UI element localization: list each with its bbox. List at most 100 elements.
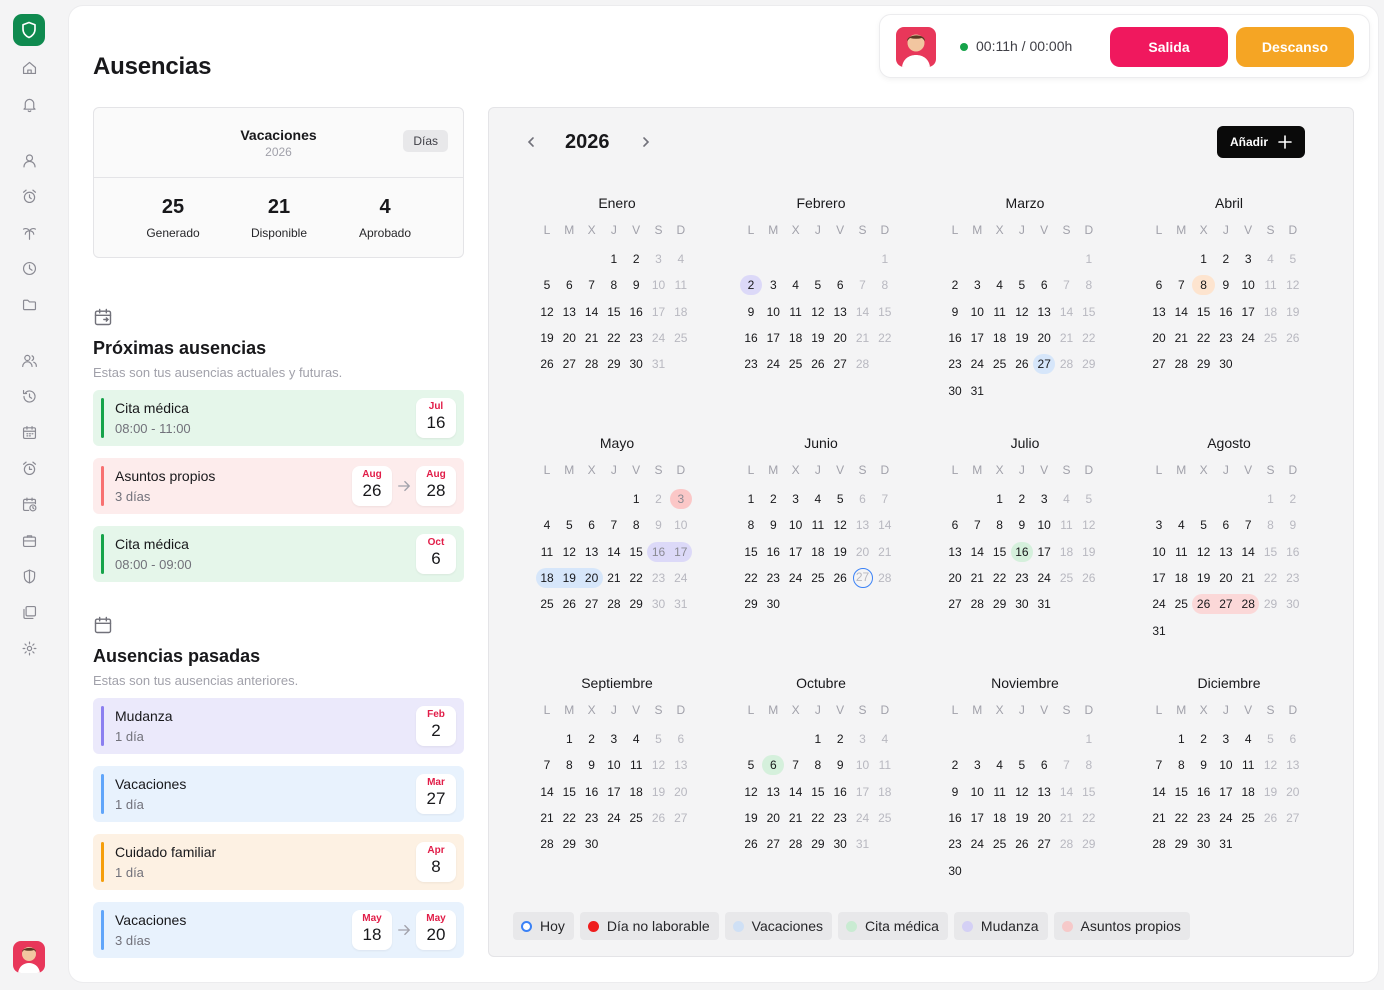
calendar-day[interactable]: 13	[945, 542, 965, 562]
user-avatar[interactable]	[13, 941, 45, 973]
calendar-day[interactable]: 21	[786, 808, 806, 828]
calendar-day[interactable]: 30	[649, 594, 669, 614]
calendar-day[interactable]: 26	[1283, 328, 1303, 348]
calendar-day[interactable]: 25	[1238, 808, 1258, 828]
calendar-day[interactable]: 4	[1057, 489, 1077, 509]
calendar-day[interactable]: 24	[853, 808, 873, 828]
calendar-day[interactable]: 18	[1057, 542, 1077, 562]
calendar-day[interactable]: 25	[1171, 594, 1191, 614]
calendar-day[interactable]: 5	[1079, 489, 1099, 509]
calendar-day[interactable]: 11	[990, 782, 1010, 802]
bell-icon[interactable]	[19, 94, 39, 114]
calendar-day[interactable]: 24	[763, 354, 783, 374]
calendar-day[interactable]: 29	[990, 594, 1010, 614]
calendar-day[interactable]: 20	[830, 328, 850, 348]
calendar-clock-icon[interactable]	[19, 494, 39, 514]
calendar-day[interactable]: 19	[558, 567, 581, 588]
calendar-day[interactable]: 12	[1012, 782, 1032, 802]
calendar-day[interactable]: 4	[990, 275, 1010, 295]
calendar-day[interactable]: 5	[1194, 515, 1214, 535]
calendar-day[interactable]: 17	[967, 328, 987, 348]
calendar-day[interactable]: 27	[945, 594, 965, 614]
calendar-day[interactable]: 27	[671, 808, 691, 828]
calendar-day[interactable]: 5	[559, 515, 579, 535]
calendar-day[interactable]: 23	[582, 808, 602, 828]
calendar-day[interactable]: 11	[1057, 515, 1077, 535]
shield-icon[interactable]	[19, 566, 39, 586]
calendar-day[interactable]: 31	[1149, 621, 1169, 641]
calendar-day[interactable]: 10	[786, 515, 806, 535]
calendar-day[interactable]: 7	[582, 275, 602, 295]
calendar-day[interactable]: 2	[1012, 489, 1032, 509]
calendar-day[interactable]: 26	[1012, 354, 1032, 374]
calendar-day[interactable]: 14	[1057, 782, 1077, 802]
calendar-day[interactable]: 30	[945, 861, 965, 881]
calendar-day[interactable]: 3	[786, 489, 806, 509]
calendar-day[interactable]: 9	[763, 515, 783, 535]
calendar-day[interactable]: 17	[1034, 542, 1054, 562]
calendar-day[interactable]: 26	[649, 808, 669, 828]
calendar-day[interactable]: 13	[1034, 782, 1054, 802]
calendar-day[interactable]: 7	[537, 755, 557, 775]
calendar-day[interactable]: 24	[604, 808, 624, 828]
calendar-day[interactable]: 25	[537, 594, 557, 614]
calendar-day[interactable]: 27	[1149, 354, 1169, 374]
calendar-day[interactable]: 16	[763, 542, 783, 562]
calendar-day[interactable]: 8	[626, 515, 646, 535]
calendar-day[interactable]: 31	[1034, 594, 1054, 614]
calendar-day[interactable]: 25	[1261, 328, 1281, 348]
calendar-day[interactable]: 11	[786, 302, 806, 322]
calendar-day[interactable]: 15	[604, 302, 624, 322]
calendar-day[interactable]: 25	[671, 328, 691, 348]
calendar-day[interactable]: 6	[945, 515, 965, 535]
calendar-day[interactable]: 13	[1149, 302, 1169, 322]
calendar-day[interactable]: 18	[786, 328, 806, 348]
calendar-day[interactable]: 14	[786, 782, 806, 802]
calendar-day[interactable]: 29	[559, 834, 579, 854]
calendar-day[interactable]: 8	[875, 275, 895, 295]
calendar-day[interactable]: 23	[1012, 568, 1032, 588]
calendar-day[interactable]: 25	[808, 568, 828, 588]
calendar-day[interactable]: 5	[1261, 729, 1281, 749]
calendar-day[interactable]: 2	[1283, 489, 1303, 509]
calendar-day[interactable]: 28	[1057, 834, 1077, 854]
calendar-day[interactable]: 21	[1057, 328, 1077, 348]
calendar-day[interactable]: 12	[559, 542, 579, 562]
calendar-day[interactable]: 15	[990, 542, 1010, 562]
add-absence-button[interactable]: Añadir	[1217, 126, 1305, 158]
calendar-day[interactable]: 2	[945, 755, 965, 775]
calendar-day[interactable]: 5	[830, 489, 850, 509]
calendar-day[interactable]: 10	[649, 275, 669, 295]
calendar-day[interactable]: 24	[967, 354, 987, 374]
calendar-day[interactable]: 16	[741, 328, 761, 348]
calendar-day[interactable]: 1	[559, 729, 579, 749]
calendar-day[interactable]: 17	[1149, 568, 1169, 588]
calendar-day[interactable]: 4	[786, 275, 806, 295]
calendar-day[interactable]: 29	[1079, 834, 1099, 854]
calendar-day[interactable]: 7	[1057, 755, 1077, 775]
calendar-day[interactable]: 5	[1012, 275, 1032, 295]
calendar-day[interactable]: 14	[875, 515, 895, 535]
calendar-day[interactable]: 25	[875, 808, 895, 828]
calendar-day[interactable]: 19	[1012, 328, 1032, 348]
list-item[interactable]: Mudanza 1 día Feb 2	[93, 698, 464, 754]
calendar-day[interactable]: 26	[1079, 568, 1099, 588]
calendar-day[interactable]: 19	[1283, 302, 1303, 322]
calendar-day[interactable]: 10	[967, 782, 987, 802]
calendar-day[interactable]: 8	[1261, 515, 1281, 535]
calendar-day[interactable]: 5	[649, 729, 669, 749]
calendar-day[interactable]: 19	[649, 782, 669, 802]
calendar-day[interactable]: 24	[671, 568, 691, 588]
calendar-day[interactable]: 3	[669, 489, 692, 509]
calendar-day[interactable]: 27	[559, 354, 579, 374]
calendar-day[interactable]: 2	[626, 249, 646, 269]
calendar-day[interactable]: 19	[1261, 782, 1281, 802]
calendar-day[interactable]: 27	[763, 834, 783, 854]
calendar-day[interactable]: 9	[1012, 515, 1032, 535]
folder-icon[interactable]	[19, 294, 39, 314]
calendar-day[interactable]: 20	[1034, 808, 1054, 828]
calendar-day[interactable]: 21	[582, 328, 602, 348]
calendar-day[interactable]: 2	[1194, 729, 1214, 749]
calendar-day[interactable]: 17	[853, 782, 873, 802]
calendar-day[interactable]: 22	[1171, 808, 1191, 828]
